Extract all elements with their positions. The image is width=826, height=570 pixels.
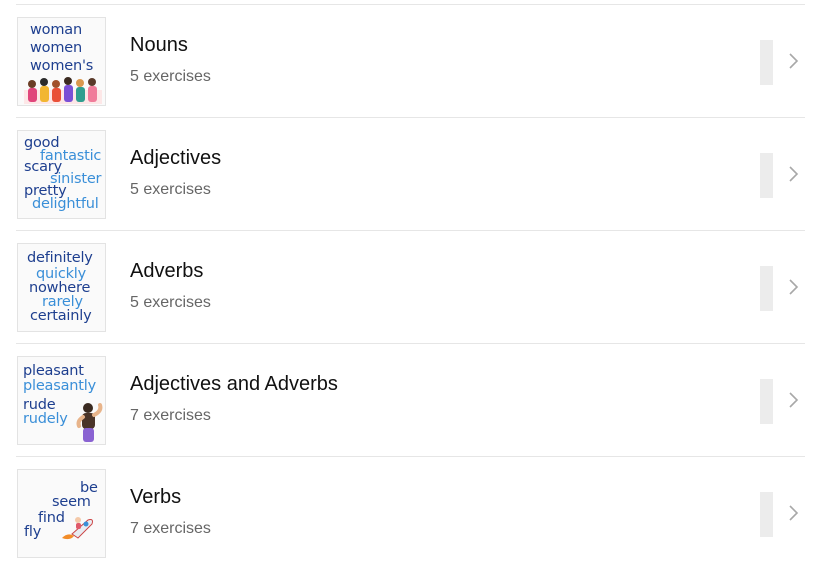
thumb-word: seem bbox=[52, 494, 91, 510]
thumb-word: delightful bbox=[32, 196, 99, 212]
nouns-thumbnail: woman women women's bbox=[17, 17, 106, 106]
thumb-word: women bbox=[30, 40, 82, 56]
person-flexing-illustration bbox=[76, 403, 103, 442]
thumb-word: certainly bbox=[30, 308, 92, 324]
chevron-right-icon[interactable] bbox=[786, 277, 800, 297]
lesson-list: woman women women's Nouns 5 exercises go… bbox=[0, 0, 826, 565]
exercise-count: 5 exercises bbox=[130, 181, 211, 198]
chevron-right-icon[interactable] bbox=[786, 390, 800, 410]
lesson-row-adjectives-and-adverbs[interactable]: pleasant pleasantly rude rudely Adjectiv… bbox=[16, 344, 805, 457]
chevron-right-icon[interactable] bbox=[786, 164, 800, 184]
lesson-row-verbs[interactable]: be seem find fly Verbs 7 exercises bbox=[16, 457, 805, 570]
drag-handle[interactable] bbox=[760, 492, 773, 537]
chevron-right-icon[interactable] bbox=[786, 503, 800, 523]
exercise-count: 5 exercises bbox=[130, 294, 211, 311]
thumb-word: pleasant bbox=[23, 363, 84, 379]
adverbs-thumbnail: definitely quickly nowhere rarely certai… bbox=[17, 243, 106, 332]
thumb-word: fly bbox=[24, 524, 42, 540]
lesson-title: Adjectives and Adverbs bbox=[130, 373, 338, 395]
thumb-word: woman bbox=[30, 22, 82, 38]
thumb-word: women's bbox=[30, 58, 94, 74]
rocket-illustration bbox=[62, 517, 93, 540]
thumb-word: rudely bbox=[23, 411, 68, 427]
exercise-count: 7 exercises bbox=[130, 407, 211, 424]
drag-handle[interactable] bbox=[760, 379, 773, 424]
lesson-row-nouns[interactable]: woman women women's Nouns 5 exercises bbox=[16, 5, 805, 118]
exercise-count: 5 exercises bbox=[130, 68, 211, 85]
lesson-title: Adverbs bbox=[130, 260, 204, 282]
drag-handle[interactable] bbox=[760, 40, 773, 85]
lesson-row-adverbs[interactable]: definitely quickly nowhere rarely certai… bbox=[16, 231, 805, 344]
verbs-thumbnail: be seem find fly bbox=[17, 469, 106, 558]
drag-handle[interactable] bbox=[760, 153, 773, 198]
lesson-title: Nouns bbox=[130, 34, 188, 56]
adjectives-and-adverbs-thumbnail: pleasant pleasantly rude rudely bbox=[17, 356, 106, 445]
lesson-row-adjectives[interactable]: good fantastic scary sinister pretty del… bbox=[16, 118, 805, 231]
women-group-illustration bbox=[24, 77, 102, 104]
lesson-title: Verbs bbox=[130, 486, 182, 508]
thumb-word: definitely bbox=[27, 250, 93, 266]
thumb-word: pleasantly bbox=[23, 378, 96, 394]
adjectives-thumbnail: good fantastic scary sinister pretty del… bbox=[17, 130, 106, 219]
lesson-title: Adjectives bbox=[130, 147, 222, 169]
exercise-count: 7 exercises bbox=[130, 520, 211, 537]
chevron-right-icon[interactable] bbox=[786, 51, 800, 71]
drag-handle[interactable] bbox=[760, 266, 773, 311]
